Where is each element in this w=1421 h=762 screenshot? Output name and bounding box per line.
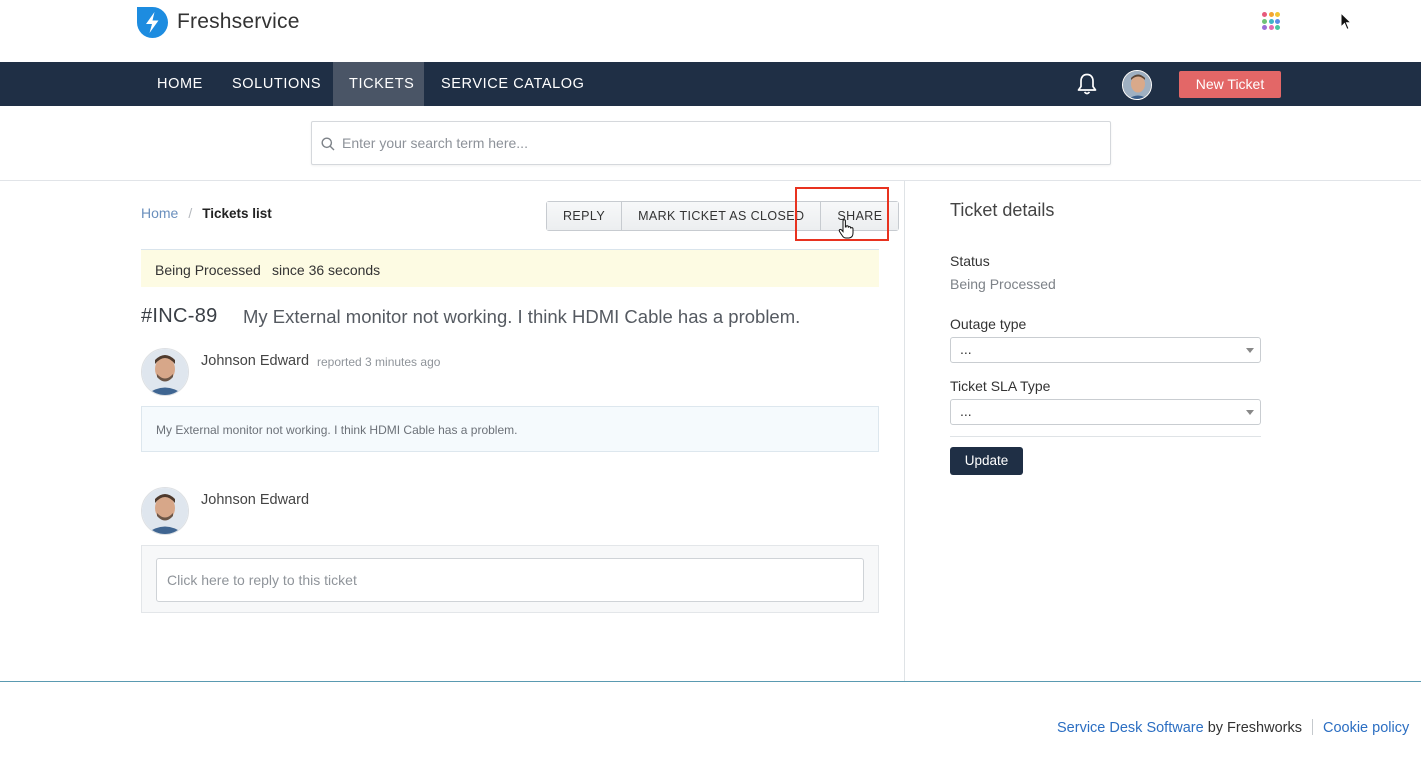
reply-input[interactable]: Click here to reply to this ticket — [156, 558, 864, 602]
requester-avatar — [141, 348, 189, 396]
breadcrumb: Home / Tickets list — [141, 205, 272, 221]
search-input[interactable] — [342, 122, 1102, 164]
service-desk-software-link[interactable]: Service Desk Software — [1057, 720, 1204, 736]
outage-type-value: ... — [960, 341, 972, 357]
header-divider — [0, 180, 1421, 181]
brand-bar: Freshservice — [0, 0, 1421, 62]
status-since: since 36 seconds — [272, 262, 381, 278]
ticket-details-title: Ticket details — [950, 200, 1055, 220]
update-button[interactable]: Update — [950, 447, 1023, 475]
reply-avatar — [141, 487, 189, 535]
new-ticket-button[interactable]: New Ticket — [1179, 71, 1281, 98]
breadcrumb-separator: / — [188, 205, 193, 221]
cookie-policy-link[interactable]: Cookie policy — [1323, 720, 1409, 736]
panel-divider — [904, 181, 905, 681]
ticket-status-bar: Being Processed since 36 seconds — [141, 249, 879, 287]
nav-item-tickets[interactable]: TICKETS — [333, 62, 424, 106]
ticket-description-text: My External monitor not working. I think… — [156, 423, 518, 437]
breadcrumb-home-link[interactable]: Home — [141, 205, 178, 221]
user-avatar[interactable] — [1122, 70, 1152, 100]
mouse-pointer-icon — [1340, 12, 1352, 31]
ticket-id: #INC-89 — [141, 305, 218, 327]
details-divider — [950, 436, 1261, 437]
chevron-down-icon — [1246, 410, 1254, 415]
search-box — [311, 121, 1111, 165]
freshservice-logo-icon[interactable] — [136, 6, 169, 39]
sla-type-value: ... — [960, 403, 972, 419]
ticket-description: My External monitor not working. I think… — [141, 406, 879, 452]
apps-grid-icon[interactable] — [1262, 12, 1280, 30]
status-label: Status — [950, 253, 990, 269]
nav-item-solutions[interactable]: SOLUTIONS — [216, 62, 337, 106]
nav-item-home[interactable]: HOME — [141, 62, 219, 106]
footer-by-text: by Freshworks — [1207, 720, 1302, 736]
status-value: Being Processed — [950, 276, 1056, 292]
status-state: Being Processed — [155, 262, 261, 278]
notification-bell-icon[interactable] — [1076, 72, 1098, 96]
footer: Service Desk Software by Freshworks Cooki… — [1057, 719, 1409, 736]
ticket-title: My External monitor not working. I think… — [243, 306, 801, 327]
footer-separator — [1311, 719, 1313, 735]
reply-author-name: Johnson Edward — [201, 492, 310, 508]
nav-item-service-catalog[interactable]: SERVICE CATALOG — [425, 62, 601, 106]
outage-type-select[interactable]: ... — [950, 337, 1261, 363]
search-icon — [321, 137, 335, 151]
sla-type-label: Ticket SLA Type — [950, 378, 1051, 394]
reply-button[interactable]: REPLY — [547, 202, 623, 230]
sla-type-select[interactable]: ... — [950, 399, 1261, 425]
chevron-down-icon — [1246, 348, 1254, 353]
reported-time: reported 3 minutes ago — [317, 355, 441, 369]
breadcrumb-current: Tickets list — [202, 206, 272, 221]
mark-closed-button[interactable]: MARK TICKET AS CLOSED — [622, 202, 822, 230]
requester-name[interactable]: Johnson Edward — [201, 353, 309, 369]
hand-cursor-icon — [838, 219, 854, 239]
reply-area: Click here to reply to this ticket — [141, 545, 879, 613]
brand-name[interactable]: Freshservice — [177, 10, 300, 34]
outage-type-label: Outage type — [950, 316, 1027, 332]
footer-divider — [0, 681, 1421, 682]
